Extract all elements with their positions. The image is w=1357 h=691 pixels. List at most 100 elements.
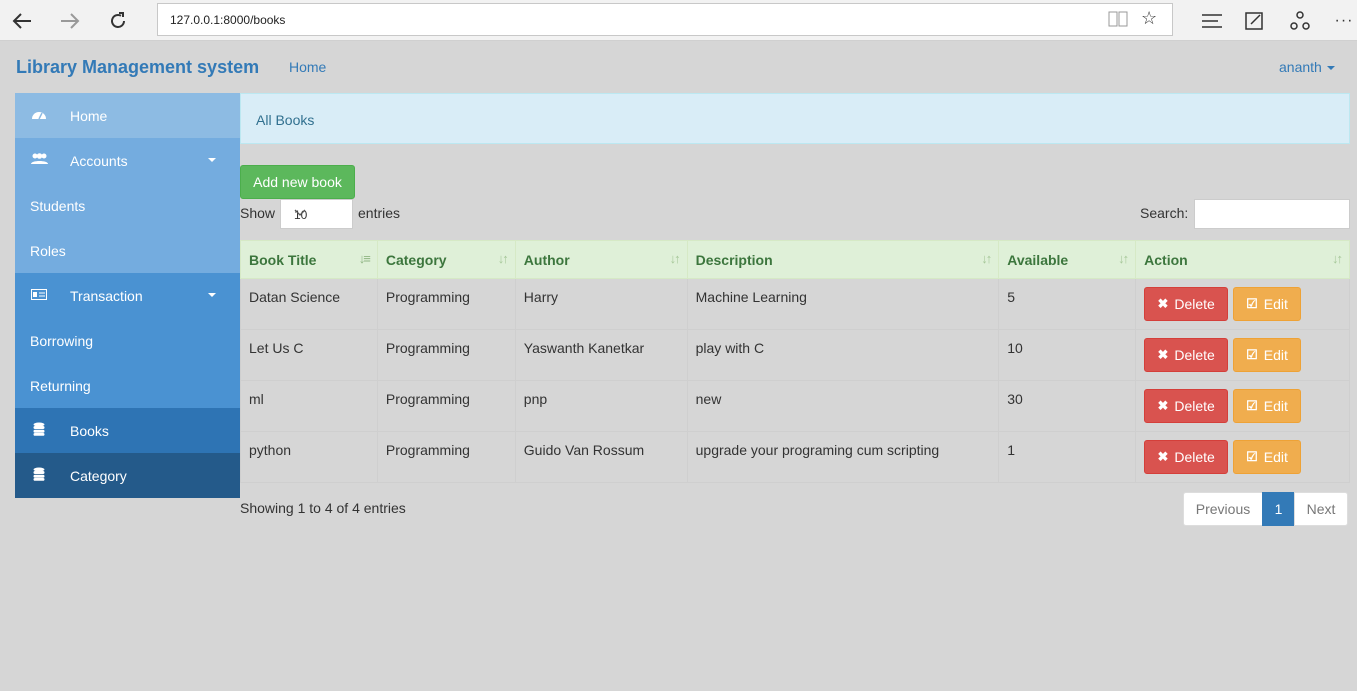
favorite-star-icon[interactable]: ☆ [1141, 8, 1157, 29]
hub-icon[interactable] [1195, 0, 1229, 41]
nav-home-link[interactable]: Home [289, 59, 326, 75]
breadcrumb: All Books [240, 93, 1350, 144]
caret-down-icon [1326, 66, 1335, 71]
close-icon: ✖ [1157, 347, 1169, 362]
reading-view-icon[interactable] [1108, 10, 1128, 33]
edit-icon: ☑ [1246, 347, 1258, 362]
sidebar-label-roles: Roles [30, 242, 66, 259]
users-icon [30, 153, 48, 168]
database-icon [30, 422, 48, 439]
sidebar-item-books[interactable]: Books [15, 408, 240, 453]
entries-label: entries [358, 205, 401, 221]
sidebar-item-transaction[interactable]: Transaction [15, 273, 240, 318]
sidebar-item-students[interactable]: Students [15, 183, 240, 228]
delete-button[interactable]: ✖ Delete [1144, 389, 1229, 423]
cell-title: python [240, 431, 378, 483]
cell-category: Programming [376, 278, 516, 330]
address-bar[interactable]: 127.0.0.1:8000/books ☆ [157, 3, 1173, 36]
next-page-button[interactable]: Next [1294, 492, 1348, 526]
sidebar-label-borrowing: Borrowing [30, 332, 94, 349]
delete-label: Delete [1174, 347, 1215, 363]
more-icon[interactable]: ··· [1327, 0, 1357, 41]
edit-icon: ☑ [1246, 398, 1258, 413]
table-row: python Programming Guido Van Rossum upgr… [240, 431, 1350, 483]
column-header-label: Action [1144, 251, 1188, 268]
cell-author: pnp [514, 380, 688, 432]
browser-toolbar: 127.0.0.1:8000/books ☆ ··· [0, 0, 1357, 41]
column-header-action[interactable]: Action ↓↑ [1135, 240, 1350, 279]
cell-actions: ✖ Delete ☑ Edit [1135, 329, 1350, 381]
close-icon: ✖ [1157, 398, 1169, 413]
show-label: Show [240, 205, 276, 221]
column-header-label: Author [523, 251, 570, 268]
sidebar-label-category: Category [70, 467, 127, 484]
sort-icon: ↓↑ [669, 251, 681, 266]
column-header-author[interactable]: Author ↓↑ [514, 240, 688, 279]
column-header-available[interactable]: Available ↓↑ [998, 240, 1137, 279]
cell-description: upgrade your programing cum scripting [686, 431, 1000, 483]
sidebar-item-home[interactable]: Home [15, 93, 240, 138]
edit-button[interactable]: ☑ Edit [1233, 389, 1302, 423]
delete-button[interactable]: ✖ Delete [1144, 287, 1229, 321]
sort-icon: ↓↑ [981, 251, 992, 266]
sidebar-item-borrowing[interactable]: Borrowing [15, 318, 240, 363]
edit-button[interactable]: ☑ Edit [1233, 338, 1302, 372]
table-row: Let Us C Programming Yaswanth Kanetkar p… [240, 329, 1350, 381]
cell-actions: ✖ Delete ☑ Edit [1135, 278, 1350, 330]
cell-author: Yaswanth Kanetkar [514, 329, 688, 381]
edit-label: Edit [1263, 347, 1288, 363]
entries-select[interactable]: 10 [280, 199, 353, 229]
sort-icon: ↓↑ [497, 251, 509, 266]
column-header-label: Book Title [249, 251, 317, 268]
dashboard-icon [30, 108, 48, 123]
cell-title: ml [240, 380, 378, 432]
search-input[interactable] [1194, 199, 1350, 229]
sidebar-label-students: Students [30, 197, 86, 214]
forward-arrow-icon[interactable] [50, 0, 90, 41]
edit-button[interactable]: ☑ Edit [1233, 440, 1302, 474]
table-row: ml Programming pnp new 30 ✖ Delete ☑ Edit [240, 380, 1350, 432]
page-1-button[interactable]: 1 [1262, 492, 1295, 526]
user-name: ananth [1279, 59, 1322, 75]
user-menu[interactable]: ananth [1279, 59, 1335, 75]
column-header-description[interactable]: Description ↓↑ [686, 240, 1000, 279]
cell-available: 5 [998, 278, 1137, 330]
cell-title: Datan Science [240, 278, 378, 330]
close-icon: ✖ [1157, 449, 1169, 464]
table-info: Showing 1 to 4 of 4 entries [240, 500, 406, 516]
brand-title[interactable]: Library Management system [16, 57, 259, 78]
edit-label: Edit [1263, 296, 1288, 312]
column-header-category[interactable]: Category ↓↑ [376, 240, 516, 279]
sidebar-item-accounts[interactable]: Accounts [15, 138, 240, 183]
cell-actions: ✖ Delete ☑ Edit [1135, 380, 1350, 432]
cell-category: Programming [376, 329, 516, 381]
sidebar-label-returning: Returning [30, 377, 91, 394]
previous-page-button[interactable]: Previous [1183, 492, 1263, 526]
column-header-label: Available [1007, 251, 1069, 268]
cell-available: 10 [998, 329, 1137, 381]
cell-description: new [686, 380, 1000, 432]
column-header-label: Description [695, 251, 773, 268]
delete-label: Delete [1174, 296, 1215, 312]
address-url: 127.0.0.1:8000/books [170, 13, 286, 27]
sidebar: Home Accounts Students Roles Transaction… [15, 93, 240, 498]
share-icon[interactable] [1283, 0, 1317, 41]
caret-down-icon [208, 293, 216, 297]
add-new-book-button[interactable]: Add new book [240, 165, 355, 199]
table-row: Datan Science Programming Harry Machine … [240, 278, 1350, 330]
cell-available: 30 [998, 380, 1137, 432]
column-header-book-title[interactable]: Book Title ↓≡ [240, 240, 378, 279]
sidebar-item-category[interactable]: Category [15, 453, 240, 498]
delete-button[interactable]: ✖ Delete [1144, 440, 1229, 474]
sidebar-label-accounts: Accounts [70, 152, 128, 169]
back-arrow-icon[interactable] [2, 0, 42, 41]
web-note-icon[interactable] [1238, 0, 1272, 41]
sidebar-item-returning[interactable]: Returning [15, 363, 240, 408]
refresh-icon[interactable] [98, 0, 138, 41]
delete-button[interactable]: ✖ Delete [1144, 338, 1229, 372]
sidebar-item-roles[interactable]: Roles [15, 228, 240, 273]
search-label: Search: [1140, 205, 1189, 221]
cell-title: Let Us C [240, 329, 378, 381]
edit-button[interactable]: ☑ Edit [1233, 287, 1302, 321]
sort-icon: ↓↑ [1332, 251, 1343, 266]
